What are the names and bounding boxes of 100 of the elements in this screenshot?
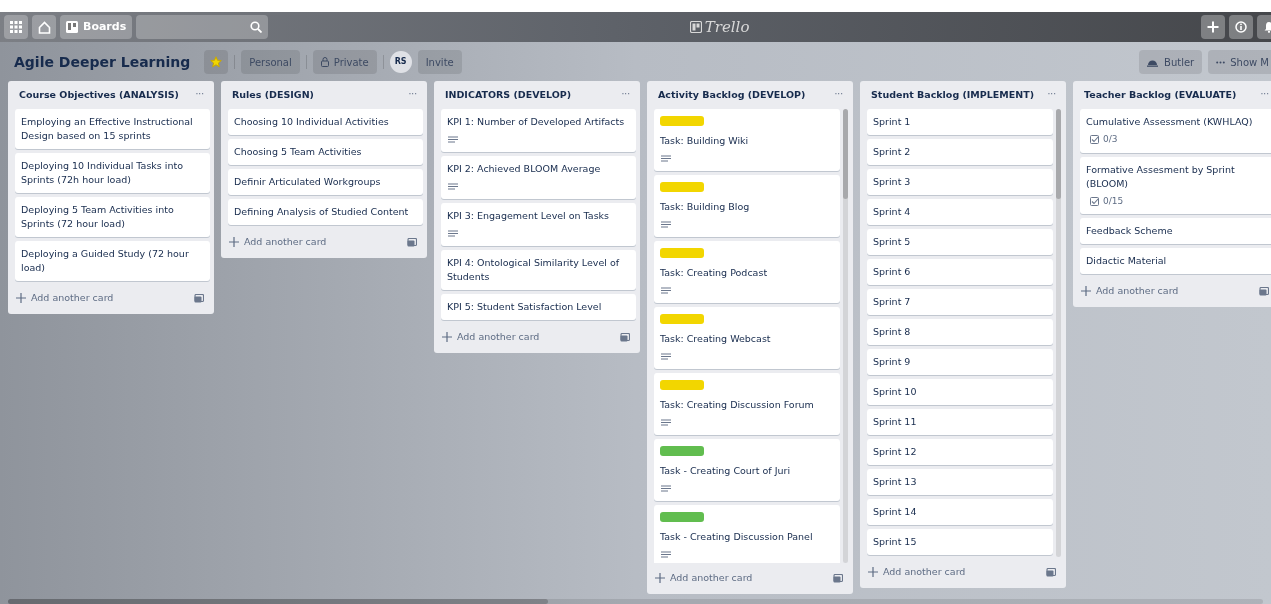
- card[interactable]: KPI 2: Achieved BLOOM Average: [441, 156, 636, 199]
- add-card-button[interactable]: Add another card: [442, 329, 540, 345]
- card-title: Didactic Material: [1086, 254, 1168, 268]
- show-menu-button[interactable]: Show M: [1208, 50, 1271, 74]
- card[interactable]: Deploying 5 Team Activities into Sprints (72 hour load): [15, 197, 210, 237]
- card[interactable]: Sprint 8: [867, 319, 1053, 345]
- template-button[interactable]: [620, 332, 630, 342]
- card[interactable]: Sprint 4: [867, 199, 1053, 225]
- add-card-button[interactable]: Add another card: [655, 570, 753, 586]
- list-menu-button[interactable]: ···: [1047, 88, 1056, 102]
- app-logo: Trello: [704, 16, 750, 38]
- list-menu-button[interactable]: ···: [834, 88, 843, 102]
- card-title: Sprint 15: [873, 535, 918, 549]
- card[interactable]: Definir Articulated Workgroups: [228, 169, 423, 195]
- scrollbar[interactable]: [1056, 109, 1061, 557]
- list-title: Student Backlog (IMPLEMENT): [871, 87, 1035, 102]
- butler-button[interactable]: Butler: [1139, 50, 1203, 74]
- card[interactable]: Cumulative Assessment (KWHLAQ) 0/3: [1080, 109, 1271, 153]
- home-icon: [37, 20, 51, 34]
- card[interactable]: Task - Creating Discussion Panel: [654, 505, 840, 563]
- search-field[interactable]: [136, 15, 269, 39]
- card[interactable]: Didactic Material: [1080, 248, 1271, 274]
- card[interactable]: Deploying 10 Individual Tasks into Sprints (72h hour load): [15, 153, 210, 193]
- template-icon: [407, 237, 417, 247]
- template-button[interactable]: [1046, 567, 1056, 577]
- card[interactable]: Sprint 12: [867, 439, 1053, 465]
- card[interactable]: Choosing 10 Individual Activities: [228, 109, 423, 135]
- card-title: Sprint 12: [873, 445, 918, 459]
- scrollbar[interactable]: [843, 109, 848, 563]
- search-icon: [250, 21, 263, 33]
- card[interactable]: Sprint 6: [867, 259, 1053, 285]
- card[interactable]: KPI 3: Engagement Level on Tasks: [441, 203, 636, 246]
- card[interactable]: Sprint 3: [867, 169, 1053, 195]
- checkbox-icon: [1090, 135, 1099, 145]
- add-card-button[interactable]: Add another card: [229, 234, 327, 250]
- list-menu-button[interactable]: ···: [195, 88, 204, 102]
- card[interactable]: Sprint 11: [867, 409, 1053, 435]
- template-button[interactable]: [833, 573, 843, 583]
- more-icon: [1216, 60, 1226, 64]
- card[interactable]: Sprint 9: [867, 349, 1053, 375]
- card-title: Task: Building Blog: [660, 200, 751, 214]
- template-icon: [620, 332, 630, 342]
- plus-icon: [868, 567, 878, 577]
- card-title: Sprint 14: [873, 505, 918, 519]
- card[interactable]: Feedback Scheme: [1080, 218, 1271, 244]
- template-button[interactable]: [194, 293, 204, 303]
- card-title: Sprint 10: [873, 385, 918, 399]
- card[interactable]: Task: Creating Discussion Forum: [654, 373, 840, 435]
- add-card-button[interactable]: Add another card: [16, 290, 114, 306]
- list-title: Activity Backlog (DEVELOP): [658, 87, 806, 102]
- card-title: Sprint 9: [873, 355, 912, 369]
- card[interactable]: Employing an Effective Instructional Design based on 15 sprints: [15, 109, 210, 149]
- member-avatar[interactable]: RS: [389, 51, 412, 73]
- card[interactable]: Deploying a Guided Study (72 hour load): [15, 241, 210, 281]
- list-menu-button[interactable]: ···: [621, 88, 630, 102]
- card[interactable]: Sprint 15: [867, 529, 1053, 555]
- list-title: Rules (DESIGN): [232, 87, 314, 102]
- lock-icon: [320, 57, 329, 67]
- logo-icon: [689, 21, 702, 33]
- card[interactable]: Sprint 5: [867, 229, 1053, 255]
- home-button[interactable]: [32, 15, 56, 39]
- card[interactable]: Task: Building Wiki: [654, 109, 840, 171]
- card-title: Sprint 8: [873, 325, 912, 339]
- card[interactable]: KPI 4: Ontological Similarity Level of Students: [441, 250, 636, 290]
- board-icon: [66, 21, 78, 33]
- card[interactable]: Sprint 14: [867, 499, 1053, 525]
- card[interactable]: Formative Assesment by Sprint (BLOOM) 0/15: [1080, 156, 1271, 214]
- checkbox-icon: [1090, 196, 1099, 206]
- star-button[interactable]: [204, 50, 229, 74]
- template-button[interactable]: [407, 237, 417, 247]
- card[interactable]: Sprint 10: [867, 379, 1053, 405]
- card[interactable]: Sprint 1: [867, 109, 1053, 135]
- plus-icon: [16, 293, 26, 303]
- add-card-button[interactable]: Add another card: [868, 564, 966, 580]
- list-menu-button[interactable]: ···: [408, 88, 417, 102]
- card[interactable]: Task: Building Blog: [654, 175, 840, 237]
- card[interactable]: KPI 5: Student Satisfaction Level: [441, 294, 636, 320]
- card-title: Task: Creating Webcast: [660, 332, 772, 346]
- list-menu-button[interactable]: ···: [1260, 88, 1269, 102]
- card-title: Sprint 4: [873, 205, 912, 219]
- card[interactable]: Task: Creating Podcast: [654, 241, 840, 303]
- template-button[interactable]: [1259, 286, 1269, 296]
- card[interactable]: Defining Analysis of Studied Content: [228, 199, 423, 225]
- create-button[interactable]: [1201, 15, 1225, 39]
- card[interactable]: Task: Creating Webcast: [654, 307, 840, 369]
- card[interactable]: Choosing 5 Team Activities: [228, 139, 423, 165]
- add-card-button[interactable]: Add another card: [1081, 283, 1179, 299]
- grid-icon: [10, 21, 22, 33]
- card-title: Sprint 6: [873, 265, 912, 279]
- card-title: Sprint 2: [873, 145, 912, 159]
- card[interactable]: Sprint 2: [867, 139, 1053, 165]
- card-title: Feedback Scheme: [1086, 224, 1174, 238]
- checklist-count: 0/15: [1103, 194, 1124, 208]
- card[interactable]: Sprint 13: [867, 469, 1053, 495]
- card-title: Defining Analysis of Studied Content: [234, 205, 410, 219]
- card[interactable]: KPI 1: Number of Developed Artifacts: [441, 109, 636, 152]
- card[interactable]: Sprint 7: [867, 289, 1053, 315]
- apps-button[interactable]: [4, 15, 28, 39]
- info-button[interactable]: [1229, 15, 1253, 39]
- card[interactable]: Task - Creating Court of Juri: [654, 439, 840, 501]
